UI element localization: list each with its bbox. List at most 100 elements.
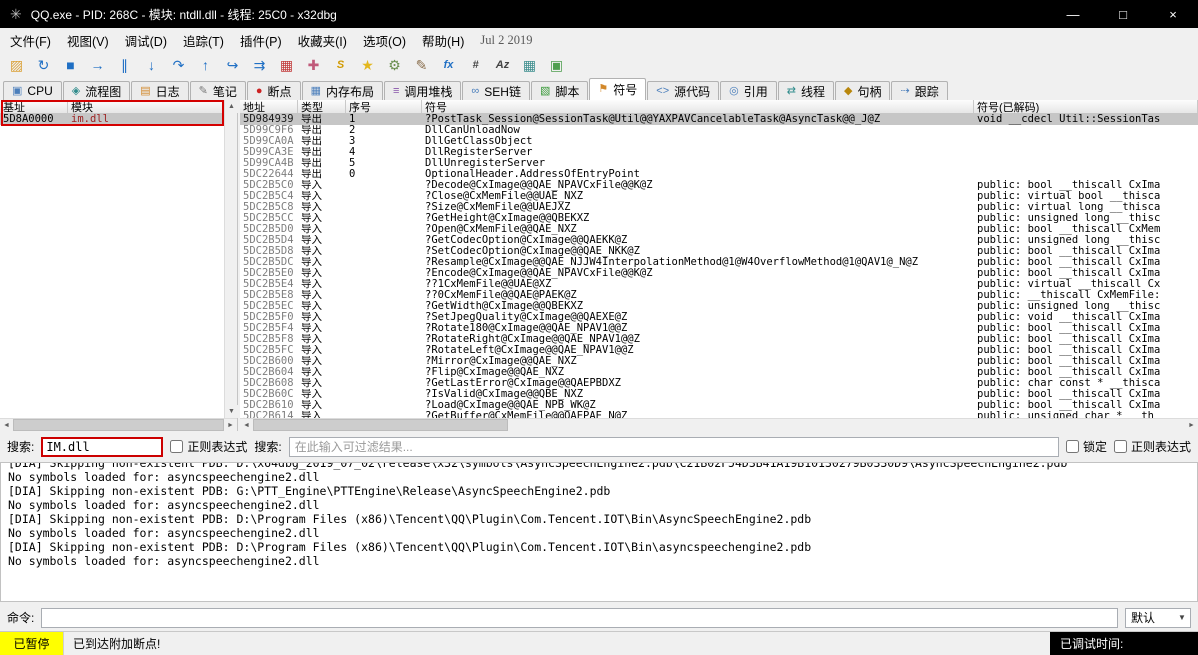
tab-seh[interactable]: ∞SEH链	[462, 81, 530, 100]
modules-header-col-1[interactable]: 模块	[68, 100, 237, 113]
symbol-row[interactable]: 5DC2B5F4导入?Rotate180@CxImage@@QAE_NPAV1@…	[240, 323, 1198, 334]
appearance-pencil-button[interactable]: ✎	[409, 54, 434, 77]
hash-button[interactable]: #	[463, 54, 488, 77]
patches-button[interactable]: ▦	[274, 54, 299, 77]
menu-item-1[interactable]: 视图(V)	[59, 28, 117, 53]
symbol-row[interactable]: 5DC2B5DC导入?Resample@CxImage@@QAE_NJJW4In…	[240, 257, 1198, 268]
symbol-row[interactable]: 5DC2B5D0导入?Open@CxMemFile@@QAE_NXZpublic…	[240, 224, 1198, 235]
symbol-row[interactable]: 5DC2B5C4导入?Close@CxMemFile@@UAE_NXZpubli…	[240, 191, 1198, 202]
scroll-down-icon[interactable]: ▼	[225, 405, 238, 418]
font-az-button[interactable]: Az	[490, 54, 515, 77]
symbols-header-col-0[interactable]: 地址	[240, 100, 298, 113]
symbol-row[interactable]: 5DC2B608导入?GetLastError@CxImage@@QAEPBDX…	[240, 378, 1198, 389]
step-out-button[interactable]: ↑	[193, 54, 218, 77]
tab-references[interactable]: ◎引用	[720, 81, 777, 100]
menu-item-2[interactable]: 调试(D)	[117, 28, 175, 53]
maximize-button[interactable]: □	[1098, 0, 1148, 28]
symbol-row[interactable]: 5D99CA0A导出3DllGetClassObject	[240, 136, 1198, 147]
tab-call-stack[interactable]: ≡调用堆栈	[384, 81, 461, 100]
symbol-row[interactable]: 5DC2B5CC导入?GetHeight@CxImage@@QBEKXZpubl…	[240, 213, 1198, 224]
symbol-row[interactable]: 5DC2B610导入?Load@CxImage@@QAE_NPB_WK@Zpub…	[240, 400, 1198, 411]
tab-graph[interactable]: ◈流程图	[63, 81, 130, 100]
run-button[interactable]: →	[85, 54, 110, 77]
symbol-row[interactable]: 5DC2B604导入?Flip@CxImage@@QAE_NXZpublic: …	[240, 367, 1198, 378]
syringe-button[interactable]: ✚	[301, 54, 326, 77]
command-profile-dropdown[interactable]: 默认 ▼	[1125, 608, 1191, 628]
favourites-button[interactable]: ★	[355, 54, 380, 77]
mnemonic-table-button[interactable]: ▦	[517, 54, 542, 77]
symbol-row[interactable]: 5DC22644导出0OptionalHeader.AddressOfEntry…	[240, 169, 1198, 180]
scylla-button[interactable]: S	[328, 54, 353, 77]
scrollbar-track[interactable]	[508, 419, 1185, 431]
symbol-row[interactable]: 5DC2B5E4导入??1CxMemFile@@UAE@XZpublic: vi…	[240, 279, 1198, 290]
debug-monitor-button[interactable]: ▣	[544, 54, 569, 77]
pause-button[interactable]: ∥	[112, 54, 137, 77]
symbol-row[interactable]: 5DC2B5F8导入?RotateRight@CxImage@@QAE_NPAV…	[240, 334, 1198, 345]
modules-vertical-scrollbar[interactable]: ▲ ▼	[224, 100, 237, 418]
stop-button[interactable]: ■	[58, 54, 83, 77]
scroll-up-icon[interactable]: ▲	[225, 100, 238, 113]
regex2-checkbox[interactable]	[1114, 440, 1127, 453]
run-to-cursor-button[interactable]: ↪	[220, 54, 245, 77]
module-search-input[interactable]	[41, 437, 163, 457]
modules-header-col-0[interactable]: 基址	[0, 100, 68, 113]
log-panel[interactable]: [DIA] Skipping non-existent PDB: D:\x64d…	[0, 462, 1198, 602]
regex-checkbox[interactable]	[170, 440, 183, 453]
symbol-row[interactable]: 5DC2B5E8导入??0CxMemFile@@QAE@PAEK@Zpublic…	[240, 290, 1198, 301]
step-into-button[interactable]: ↓	[139, 54, 164, 77]
settings-gear-button[interactable]: ⚙	[382, 54, 407, 77]
tab-threads[interactable]: ⇄线程	[778, 81, 834, 100]
tab-breakpoints[interactable]: ●断点	[247, 81, 301, 100]
symbol-type: 导出	[298, 136, 346, 147]
symbol-filter-input[interactable]	[289, 437, 1059, 457]
menu-item-7[interactable]: 帮助(H)	[414, 28, 472, 53]
symbols-header-col-4[interactable]: 符号(已解码)	[974, 100, 1198, 113]
open-file-button[interactable]: ▨	[4, 54, 29, 77]
tab-cpu[interactable]: ▣CPU	[3, 81, 62, 100]
symbol-row[interactable]: 5DC2B5D8导入?SetCodecOption@CxImage@@QAE_N…	[240, 246, 1198, 257]
symbols-header-col-2[interactable]: 序号	[346, 100, 422, 113]
symbol-row[interactable]: 5DC2B5FC导入?RotateLeft@CxImage@@QAE_NPAV1…	[240, 345, 1198, 356]
symbols-header-col-3[interactable]: 符号	[422, 100, 974, 113]
symbol-row[interactable]: 5DC2B600导入?Mirror@CxImage@@QAE_NXZpublic…	[240, 356, 1198, 367]
menu-item-5[interactable]: 收藏夹(I)	[290, 28, 355, 53]
symbol-row[interactable]: 5D99CA4B导出5DllUnregisterServer	[240, 158, 1198, 169]
symbol-row[interactable]: 5DC2B614导入?GetBuffer@CxMemFile@@QAEPAE_N…	[240, 411, 1198, 418]
lock-checkbox[interactable]	[1066, 440, 1079, 453]
symbol-row[interactable]: 5DC2B5E0导入?Encode@CxImage@@QAE_NPAVCxFil…	[240, 268, 1198, 279]
tab-script[interactable]: ▧脚本	[531, 81, 588, 100]
symbol-row[interactable]: 5D99C9F6导出2DllCanUnloadNow	[240, 125, 1198, 136]
symbol-row[interactable]: 5DC2B60C导入?IsValid@CxImage@@QBE_NXZpubli…	[240, 389, 1198, 400]
symbol-row[interactable]: 5DC2B5D4导入?GetCodecOption@CxImage@@QAEKK…	[240, 235, 1198, 246]
minimize-button[interactable]: —	[1048, 0, 1098, 28]
tab-memory-map[interactable]: ▦内存布局	[302, 81, 383, 100]
symbols-horizontal-scrollbar[interactable]: ◄ ►	[240, 418, 1198, 431]
menu-item-0[interactable]: 文件(F)	[2, 28, 59, 53]
command-input[interactable]	[41, 608, 1118, 628]
symbol-row[interactable]: 5DC2B5F0导入?SetJpegQuality@CxImage@@QAEXE…	[240, 312, 1198, 323]
step-over-button[interactable]: ↷	[166, 54, 191, 77]
symbol-row[interactable]: 5DC2B5EC导入?GetWidth@CxImage@@QBEKXZpubli…	[240, 301, 1198, 312]
tab-symbols[interactable]: ⚑符号	[589, 78, 646, 100]
tab-log[interactable]: ▤日志	[131, 81, 188, 100]
animate-button[interactable]: ⇉	[247, 54, 272, 77]
module-row[interactable]: 5D8A0000im.dll	[0, 114, 224, 125]
menu-item-4[interactable]: 插件(P)	[232, 28, 290, 53]
restart-button[interactable]: ↻	[31, 54, 56, 77]
close-button[interactable]: ×	[1148, 0, 1198, 28]
symbol-row[interactable]: 5D99CA3E导出4DllRegisterServer	[240, 147, 1198, 158]
tab-trace[interactable]: ⇢跟踪	[891, 81, 947, 100]
modules-horizontal-scrollbar[interactable]: ◄ ►	[0, 418, 237, 431]
symbols-header-col-1[interactable]: 类型	[298, 100, 346, 113]
menu-item-6[interactable]: 选项(O)	[355, 28, 414, 53]
scrollbar-thumb[interactable]	[13, 419, 224, 431]
calculator-fx-button[interactable]: fx	[436, 54, 461, 77]
symbol-row[interactable]: 5DC2B5C8导入?Size@CxMemFile@@UAEJXZpublic:…	[240, 202, 1198, 213]
symbol-row[interactable]: 5D984939导出1?PostTask_Session@SessionTask…	[240, 114, 1198, 125]
tab-handles[interactable]: ◆句柄	[835, 81, 890, 100]
symbol-row[interactable]: 5DC2B5C0导入?Decode@CxImage@@QAE_NPAVCxFil…	[240, 180, 1198, 191]
menu-item-3[interactable]: 追踪(T)	[175, 28, 232, 53]
tab-notes[interactable]: ✎笔记	[190, 81, 246, 100]
tab-source[interactable]: <>源代码	[647, 81, 719, 100]
scrollbar-thumb[interactable]	[253, 419, 508, 431]
